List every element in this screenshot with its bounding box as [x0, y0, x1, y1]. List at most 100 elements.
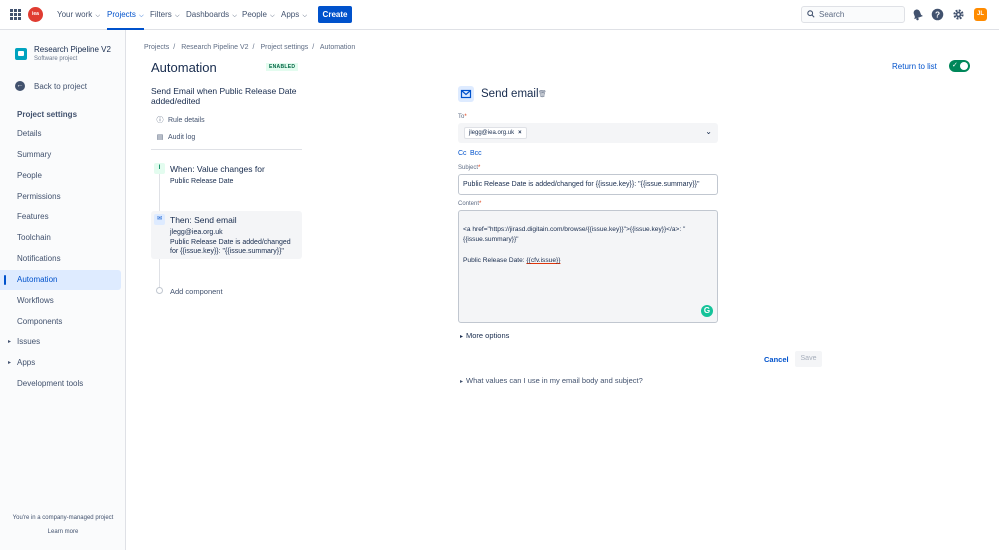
chevron-down-icon[interactable]: ⌄	[705, 127, 712, 136]
breadcrumb-projects[interactable]: Projects	[144, 44, 169, 51]
sidebar-footer-text: You're in a company-managed project	[12, 515, 114, 521]
sidebar-item-notifications[interactable]: Notifications	[0, 249, 121, 269]
divider	[151, 149, 302, 150]
sidebar-item-workflows[interactable]: Workflows	[0, 291, 121, 311]
audit-log-label: Audit log	[168, 134, 196, 141]
nav-your-work[interactable]: Your work ⌵	[57, 0, 100, 30]
nav-filters-label: Filters	[150, 10, 172, 19]
chevron-down-icon: ⌵	[302, 13, 308, 19]
breadcrumb-separator: /	[312, 44, 315, 51]
save-button[interactable]: Save	[795, 351, 822, 367]
project-name[interactable]: Research Pipeline V2	[34, 45, 111, 54]
rule-title: Send Email when Public Release Date adde…	[151, 86, 297, 106]
subject-label: Subject*	[458, 165, 480, 171]
sidebar-item-issues-label: Issues	[17, 337, 41, 346]
chevron-down-icon: ⌵	[139, 13, 144, 19]
required-marker: *	[478, 165, 481, 171]
back-to-project-link[interactable]: Back to project	[34, 82, 87, 91]
notifications-icon[interactable]	[911, 8, 924, 21]
breadcrumb-automation[interactable]: Automation	[320, 44, 355, 51]
nav-projects[interactable]: Projects ⌵	[107, 0, 144, 30]
avatar[interactable]: JL	[974, 8, 987, 21]
action-title[interactable]: Then: Send email	[170, 215, 237, 225]
status-badge: ENABLED	[266, 63, 299, 71]
search-icon	[807, 10, 815, 18]
learn-more-link[interactable]: Learn more	[0, 529, 126, 535]
recipient-chip-label: jlegg@iea.org.uk	[469, 130, 515, 136]
content-line: {{issue.summary}}"	[463, 236, 519, 243]
sidebar-item-permissions[interactable]: Permissions	[0, 187, 121, 207]
content-line: Public Release Date: {{cfv.issue}}	[463, 257, 560, 264]
trigger-field: Public Release Date	[170, 178, 234, 185]
recipient-chip[interactable]: jlegg@iea.org.uk ×	[464, 127, 527, 139]
subject-input[interactable]: Public Release Date is added/changed for…	[458, 174, 718, 195]
create-button[interactable]: Create	[318, 6, 352, 23]
remove-chip-icon[interactable]: ×	[518, 130, 522, 136]
content-label-text: Content	[458, 201, 480, 207]
grammarly-icon[interactable]: G	[701, 305, 713, 317]
breadcrumb-separator: /	[252, 44, 255, 51]
sidebar-item-development-tools[interactable]: Development tools	[0, 374, 121, 394]
sidebar-item-toolchain[interactable]: Toolchain	[0, 228, 121, 248]
back-arrow-icon[interactable]: ←	[15, 81, 25, 91]
sidebar-item-automation[interactable]: Automation	[0, 270, 121, 290]
sidebar-item-apps[interactable]: ▸ Apps	[0, 353, 121, 373]
chevron-right-icon: ▸	[460, 334, 464, 340]
add-component-link[interactable]: Add component	[170, 287, 223, 296]
cc-link[interactable]: Cc	[458, 150, 467, 157]
audit-log-link[interactable]: ▤ Audit log	[155, 133, 196, 141]
breadcrumb-project[interactable]: Research Pipeline V2	[181, 44, 248, 51]
chevron-right-icon: ▸	[460, 379, 464, 385]
page-title: Automation	[151, 60, 217, 75]
chevron-down-icon: ⌵	[232, 13, 237, 19]
breadcrumb-separator: /	[173, 44, 176, 51]
sidebar-item-apps-label: Apps	[17, 358, 36, 367]
required-marker: *	[464, 114, 467, 120]
sidebar-item-features[interactable]: Features	[0, 207, 121, 227]
nav-your-work-label: Your work	[57, 10, 93, 19]
nav-projects-label: Projects	[107, 10, 136, 19]
rule-details-label: Rule details	[168, 117, 205, 124]
breadcrumb-project-settings[interactable]: Project settings	[260, 44, 308, 51]
search-input[interactable]: Search	[801, 6, 905, 23]
help-icon[interactable]: ?	[931, 8, 944, 21]
content-text: Public Release Date:	[463, 257, 527, 264]
sidebar-item-details[interactable]: Details	[0, 124, 121, 144]
search-placeholder: Search	[819, 10, 845, 19]
chevron-down-icon: ⌵	[270, 13, 275, 19]
chevron-down-icon: ⌵	[95, 13, 101, 19]
rule-enabled-toggle[interactable]: ✓	[949, 60, 970, 72]
action-recipient: jlegg@iea.org.uk	[170, 229, 223, 236]
trash-icon[interactable]: 🗑	[538, 90, 547, 98]
form-title: Send email	[481, 88, 539, 100]
sidebar: Research Pipeline V2 Software project ← …	[0, 30, 126, 550]
sidebar-item-people[interactable]: People	[0, 166, 121, 186]
trigger-title[interactable]: When: Value changes for	[170, 164, 265, 174]
nav-dashboards-label: Dashboards	[186, 10, 230, 19]
more-options-toggle[interactable]: ▸ More options	[460, 331, 509, 340]
nav-apps[interactable]: Apps ⌵	[281, 0, 307, 30]
company-logo[interactable]: iea	[28, 7, 43, 22]
nav-filters[interactable]: Filters ⌵	[150, 0, 180, 30]
sidebar-section-heading: Project settings	[17, 110, 78, 119]
action-subject-line2: for {{issue.key}}: "{{issue.summary}}"	[170, 248, 284, 255]
content-textarea[interactable]: <a href="https://jirasd.digitain.com/bro…	[458, 210, 718, 323]
action-subject-line1: Public Release Date is added/changed	[170, 239, 291, 246]
bcc-link[interactable]: Bcc	[470, 150, 482, 157]
email-values-help-toggle[interactable]: ▸ What values can I use in my email body …	[460, 376, 643, 385]
app-switcher-icon[interactable]	[10, 9, 21, 20]
return-to-list-link[interactable]: Return to list	[892, 62, 937, 71]
nav-dashboards[interactable]: Dashboards ⌵	[186, 0, 237, 30]
add-component-icon[interactable]	[156, 287, 163, 294]
cancel-button[interactable]: Cancel	[764, 355, 789, 364]
rule-details-link[interactable]: ⓘ Rule details	[155, 115, 205, 125]
sidebar-item-issues[interactable]: ▸ Issues	[0, 332, 121, 352]
nav-people[interactable]: People ⌵	[242, 0, 275, 30]
sidebar-item-summary[interactable]: Summary	[0, 145, 121, 165]
email-icon: ✉	[154, 214, 165, 225]
nav-people-label: People	[242, 10, 267, 19]
to-field[interactable]: jlegg@iea.org.uk × ⌄	[458, 123, 718, 143]
info-icon: ⓘ	[156, 117, 164, 124]
sidebar-item-components[interactable]: Components	[0, 312, 121, 332]
settings-icon[interactable]	[952, 8, 965, 21]
